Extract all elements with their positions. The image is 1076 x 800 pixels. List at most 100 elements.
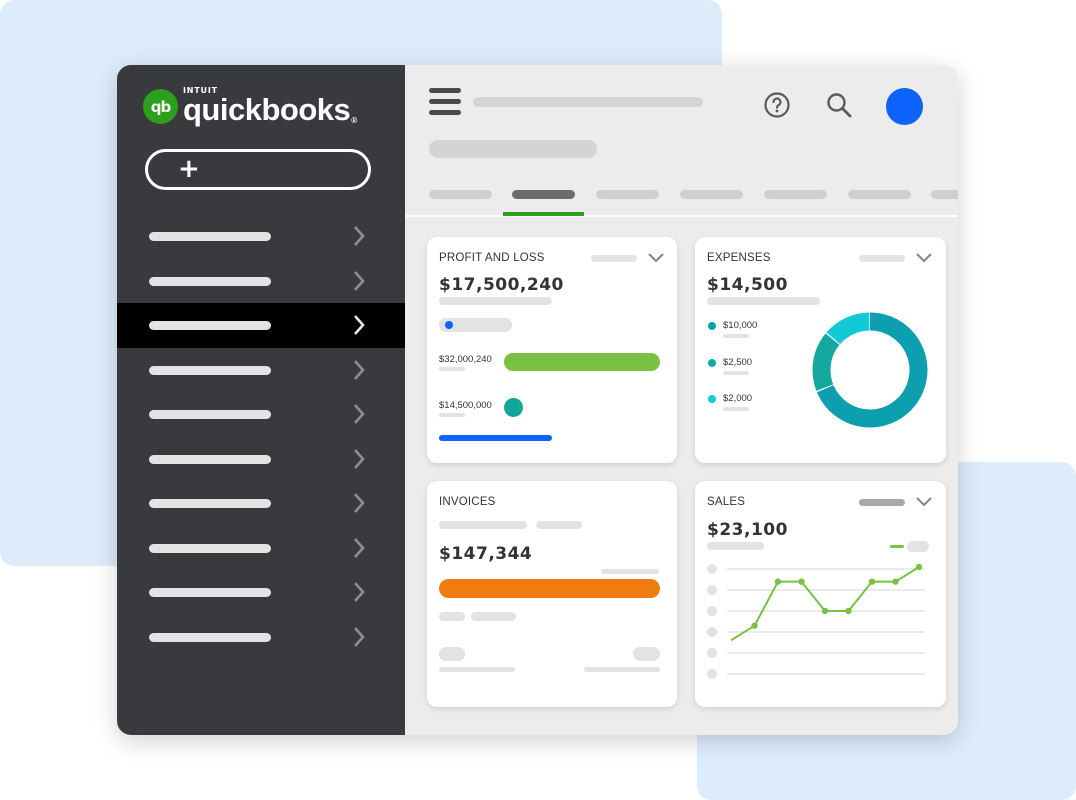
chevron-right-icon <box>354 315 365 335</box>
main-content: PROFIT AND LOSS $17,500,240 $32,000,240 … <box>405 65 958 735</box>
chevron-right-icon <box>354 226 365 246</box>
sidebar-item-8[interactable] <box>117 526 405 571</box>
profit-and-loss-card[interactable]: PROFIT AND LOSS $17,500,240 $32,000,240 … <box>427 237 677 463</box>
expense-legend-label: $2,500 <box>723 356 753 368</box>
expenses-card[interactable]: EXPENSES $14,500 $10,000 $2,500 $2,000 <box>695 237 946 463</box>
sidebar-item-6[interactable] <box>117 437 405 482</box>
sidebar-item-label-placeholder <box>149 365 271 375</box>
legend-dot <box>708 395 716 403</box>
income-bar <box>504 353 660 371</box>
card-title: SALES <box>707 496 746 508</box>
period-placeholder <box>859 255 905 262</box>
chevron-right-icon <box>354 404 365 424</box>
chevron-right-icon <box>354 537 365 558</box>
sidebar-item-3[interactable] <box>117 303 405 348</box>
tab-3[interactable] <box>596 190 659 199</box>
invoice-right-placeholder <box>601 569 659 574</box>
tab-7[interactable] <box>931 190 958 199</box>
period-placeholder <box>859 499 905 506</box>
invoice-meta-placeholder-2 <box>536 521 582 529</box>
expense-legend-label: $10,000 <box>723 320 758 331</box>
tab-6[interactable] <box>848 190 911 199</box>
qb-logo-icon: qb <box>143 89 178 124</box>
income-label: $32,000,240 <box>439 354 492 365</box>
magnifier-icon[interactable] <box>825 91 853 119</box>
top-bar <box>405 65 958 217</box>
invoice-progress-bar <box>439 579 660 598</box>
income-caption-placeholder <box>439 367 465 371</box>
sidebar-item-5[interactable] <box>117 392 405 437</box>
logo-registered-mark: ® <box>351 116 357 125</box>
legend-caption-placeholder <box>723 334 749 338</box>
app-window: qb INTUIT quickbooks® + PROFIT AND LOSS … <box>117 65 958 735</box>
sales-data-point[interactable] <box>892 578 899 585</box>
tab-4[interactable] <box>680 190 743 199</box>
amount-caption-placeholder <box>707 297 820 305</box>
y-tick-placeholder <box>707 564 717 574</box>
tab-bar <box>405 185 958 217</box>
sales-data-point[interactable] <box>821 607 829 615</box>
invoice-caption-left <box>439 667 515 672</box>
logo-name-wrap: quickbooks® <box>183 94 357 125</box>
hamburger-icon[interactable] <box>429 88 461 116</box>
logo-intuit-text: INTUIT <box>183 86 218 95</box>
sidebar-item-2[interactable] <box>117 259 405 304</box>
sidebar-item-9[interactable] <box>117 570 405 615</box>
help-circle-icon[interactable] <box>763 91 791 119</box>
user-avatar[interactable] <box>886 88 923 125</box>
y-tick-placeholder <box>707 648 717 658</box>
page-title-placeholder <box>429 140 597 158</box>
expense-donut-chart[interactable] <box>810 310 930 430</box>
tab-5[interactable] <box>764 190 827 199</box>
tab-1[interactable] <box>429 190 492 199</box>
sidebar-nav <box>117 214 405 659</box>
chevron-right-icon <box>354 448 365 469</box>
sidebar-item-1[interactable] <box>117 214 405 259</box>
chevron-right-icon <box>354 493 365 513</box>
sales-data-point[interactable] <box>798 578 805 585</box>
sidebar-item-10[interactable] <box>117 615 405 660</box>
active-tab-indicator <box>503 212 584 216</box>
invoices-amount: $147,344 <box>439 544 533 564</box>
invoice-legend-placeholder-2 <box>471 612 516 621</box>
chevron-down-icon[interactable] <box>648 253 664 263</box>
card-title: INVOICES <box>439 496 496 508</box>
invoices-card[interactable]: INVOICES $147,344 <box>427 481 677 707</box>
y-tick-placeholder <box>707 669 717 679</box>
invoice-status-pill-left <box>439 647 465 661</box>
tab-2-active[interactable] <box>512 190 575 199</box>
invoice-legend-placeholder-1 <box>439 612 465 621</box>
chevron-down-icon[interactable] <box>916 253 932 263</box>
chevron-right-icon <box>354 270 365 291</box>
quickbooks-logo[interactable]: qb INTUIT quickbooks® <box>143 86 357 125</box>
chevron-right-icon <box>354 626 365 647</box>
new-button[interactable]: + <box>145 149 371 190</box>
sales-data-point[interactable] <box>868 578 876 585</box>
sidebar-item-label-placeholder <box>149 454 271 464</box>
plus-icon: + <box>178 154 200 184</box>
sales-data-point[interactable] <box>915 563 923 571</box>
sales-data-point[interactable] <box>774 578 782 585</box>
sidebar-item-label-placeholder <box>149 499 271 508</box>
expense-label: $14,500,000 <box>439 400 492 411</box>
sales-data-point[interactable] <box>845 607 852 615</box>
sales-line-chart[interactable] <box>707 559 933 681</box>
sidebar-item-label-placeholder <box>149 232 271 241</box>
sidebar-item-7[interactable] <box>117 481 405 526</box>
sidebar: qb INTUIT quickbooks® + <box>117 65 405 735</box>
sidebar-item-label-placeholder <box>149 588 271 597</box>
period-placeholder <box>591 255 637 262</box>
y-tick-placeholder <box>707 606 717 616</box>
sales-card[interactable]: SALES $23,100 <box>695 481 946 707</box>
sidebar-item-label-placeholder <box>149 321 271 330</box>
sidebar-item-4[interactable] <box>117 348 405 393</box>
sales-data-point[interactable] <box>751 622 758 629</box>
sidebar-item-label-placeholder <box>149 410 271 419</box>
chevron-down-icon[interactable] <box>916 497 932 507</box>
y-tick-placeholder <box>707 585 717 595</box>
page-subtitle-placeholder <box>473 97 703 107</box>
legend-pill <box>907 541 929 552</box>
logo-name-text: quickbooks <box>183 92 351 127</box>
legend-dot <box>708 358 716 367</box>
sidebar-item-label-placeholder <box>149 543 271 553</box>
